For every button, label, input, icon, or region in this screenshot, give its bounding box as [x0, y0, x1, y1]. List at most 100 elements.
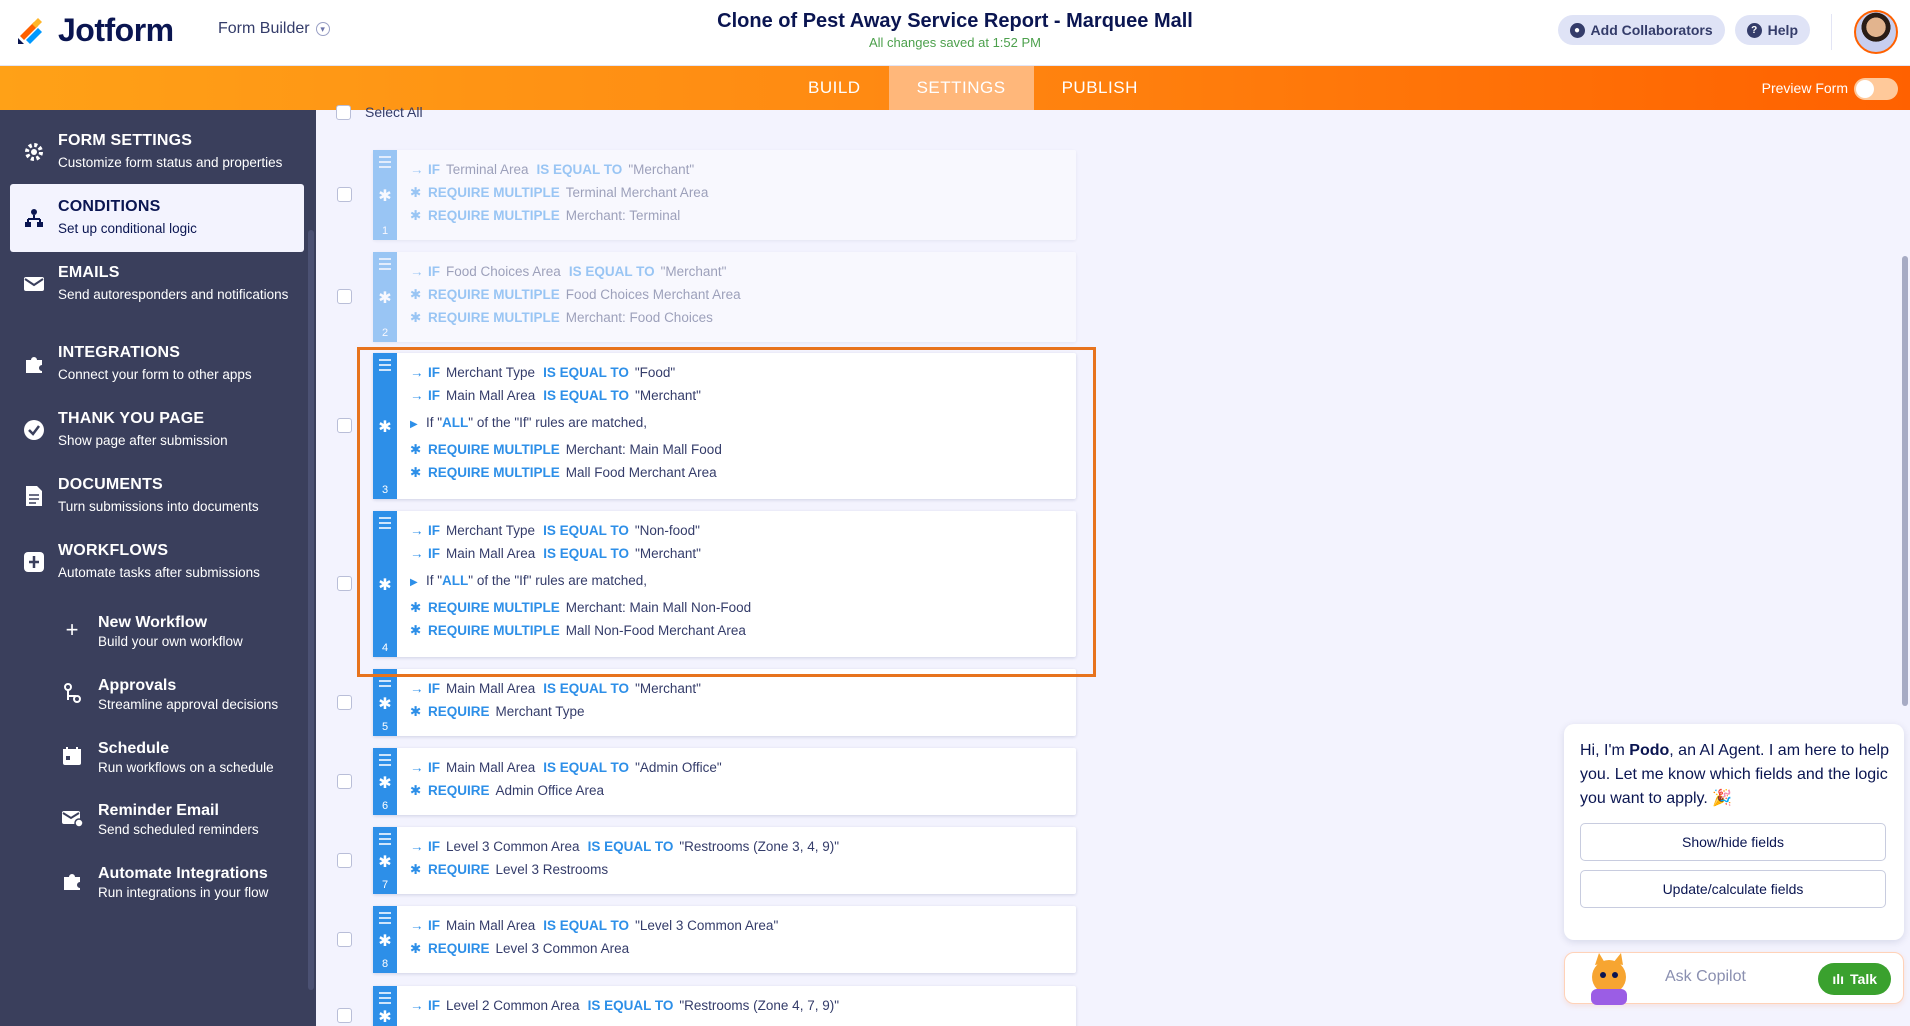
form-title-text[interactable]: Clone of Pest Away Service Report - Marq… [717, 10, 1193, 32]
condition-checkbox[interactable] [337, 418, 352, 433]
condition-checkbox[interactable] [337, 576, 352, 591]
operator-keyword: IS EQUAL TO [543, 523, 629, 538]
condition-card[interactable]: ✱ 8 → IF Main Mall Area IS EQUAL TO "Level 3… [373, 906, 1076, 973]
sidebar-item-workflows[interactable]: WORKFLOWS Automate tasks after submissio… [10, 528, 304, 596]
sidebar-item-title: EMAILS [58, 264, 120, 281]
talk-button[interactable]: ılı Talk [1818, 963, 1891, 995]
condition-drag-bar[interactable]: ✱ 6 [373, 748, 397, 815]
sidebar-scrollbar[interactable] [308, 230, 314, 990]
if-keyword: IF [428, 546, 440, 561]
match-post: " of the "If" rules are matched, [468, 573, 648, 588]
page-scrollbar[interactable] [1902, 256, 1908, 706]
condition-drag-bar[interactable]: ✱ 7 [373, 827, 397, 894]
condition-drag-bar[interactable]: ✱ 1 [373, 150, 397, 240]
user-icon: ● [1569, 22, 1585, 38]
workflow-item-reminder-email[interactable]: Reminder Email Send scheduled reminders [60, 792, 310, 848]
workflow-item-subtitle: Run integrations in your flow [98, 885, 269, 900]
workflow-item-title: Schedule [98, 740, 170, 757]
condition-if-line: → IF Terminal Area IS EQUAL TO "Merchant" [410, 162, 694, 177]
condition-checkbox[interactable] [337, 187, 352, 202]
condition-if-line: → IF Main Mall Area IS EQUAL TO "Merchant" [410, 388, 701, 403]
help-label: Help [1767, 22, 1798, 38]
copilot-panel: Hi, I'm Podo, an AI Agent. I am here to … [1564, 724, 1904, 940]
question-icon: ? [1746, 22, 1762, 38]
condition-checkbox[interactable] [337, 853, 352, 868]
condition-number: 7 [381, 879, 389, 891]
preview-form-toggle[interactable] [1854, 78, 1898, 100]
condition-checkbox[interactable] [337, 289, 352, 304]
condition-checkbox[interactable] [337, 695, 352, 710]
ask-copilot-input[interactable]: Ask Copilot [1665, 968, 1746, 986]
action-target: Merchant: Main Mall Non-Food [565, 600, 752, 615]
preview-form-label: Preview Form [1761, 80, 1848, 96]
user-avatar[interactable] [1854, 10, 1898, 54]
asterisk-icon: ✱ [378, 290, 392, 307]
condition-number: 6 [381, 800, 389, 812]
workflow-item-approvals[interactable]: Approvals Streamline approval decisions [60, 667, 310, 723]
condition-card[interactable]: ✱ 7 → IF Level 3 Common Area IS EQUAL TO "Re… [373, 827, 1076, 894]
condition-drag-bar[interactable]: ✱ 3 [373, 353, 397, 499]
condition-field: Level 3 Common Area [446, 839, 580, 854]
condition-drag-bar[interactable]: ✱ 2 [373, 252, 397, 342]
update-calculate-fields-button[interactable]: Update/calculate fields [1580, 870, 1886, 908]
arrow-right-icon: → [410, 162, 424, 177]
condition-field: Main Mall Area [446, 760, 536, 775]
condition-card[interactable]: ✱ 4 → IF Merchant Type IS EQUAL TO "Non-food… [373, 511, 1076, 657]
workflow-icon [22, 550, 46, 574]
condition-card[interactable]: ✱ 9 → IF Level 2 Common Area IS EQUAL TO "Re… [373, 986, 1076, 1026]
sidebar-item-thank-you-page[interactable]: THANK YOU PAGE Show page after submissio… [10, 396, 304, 464]
workflow-item-new-workflow[interactable]: + New Workflow Build your own workflow [60, 604, 310, 660]
condition-action-line: ✱ REQUIRE MULTIPLE Merchant: Terminal [410, 208, 680, 224]
condition-card[interactable]: ✱ 2 → IF Food Choices Area IS EQUAL TO "Merc… [373, 252, 1076, 342]
condition-value: "Merchant" [628, 162, 695, 177]
add-collaborators-button[interactable]: ● Add Collaborators [1557, 15, 1725, 45]
tab-settings[interactable]: SETTINGS [888, 66, 1034, 110]
sidebar-item-documents[interactable]: DOCUMENTS Turn submissions into document… [10, 462, 304, 530]
sidebar-item-form-settings[interactable]: FORM SETTINGS Customize form status and … [10, 118, 304, 186]
tab-publish[interactable]: PUBLISH [1034, 66, 1166, 110]
help-button[interactable]: ? Help [1734, 15, 1810, 45]
condition-checkbox[interactable] [337, 932, 352, 947]
document-icon [22, 484, 46, 508]
sidebar-item-conditions[interactable]: CONDITIONS Set up conditional logic [10, 184, 304, 252]
all-keyword: ALL [442, 573, 469, 588]
workflow-item-title: Reminder Email [98, 802, 219, 819]
condition-checkbox[interactable] [337, 774, 352, 789]
condition-match-line: ▶ If "ALL" of the "If" rules are matched, [410, 573, 647, 588]
arrow-right-icon: → [410, 365, 424, 380]
condition-drag-bar[interactable]: ✱ 4 [373, 511, 397, 657]
condition-checkbox[interactable] [337, 1008, 352, 1023]
gear-icon [22, 140, 46, 164]
asterisk-icon: ✱ [378, 775, 392, 792]
condition-card[interactable]: ✱ 6 → IF Main Mall Area IS EQUAL TO "Admin O… [373, 748, 1076, 815]
arrow-right-icon: → [410, 918, 424, 933]
condition-if-line: → IF Food Choices Area IS EQUAL TO "Merchant… [410, 264, 726, 279]
condition-value: "Level 3 Common Area" [635, 918, 779, 933]
condition-card[interactable]: ✱ 3 → IF Merchant Type IS EQUAL TO "Food" → I… [373, 353, 1076, 499]
tab-build[interactable]: BUILD [780, 66, 889, 110]
drag-handle-icon [379, 156, 391, 171]
condition-action-line: ✱ REQUIRE Level 3 Restrooms [410, 862, 608, 878]
condition-value: "Merchant" [635, 681, 701, 696]
condition-drag-bar[interactable]: ✱ 5 [373, 669, 397, 736]
sidebar-item-subtitle: Automate tasks after submissions [58, 565, 260, 580]
workflow-item-subtitle: Run workflows on a schedule [98, 760, 274, 775]
if-keyword: IF [428, 365, 440, 380]
condition-value: "Restrooms (Zone 4, 7, 9)" [679, 998, 839, 1013]
condition-card[interactable]: ✱ 5 → IF Main Mall Area IS EQUAL TO "Merchan… [373, 669, 1076, 736]
sidebar-item-emails[interactable]: EMAILS Send autoresponders and notificat… [10, 250, 304, 318]
nav-tabs: BUILD SETTINGS PUBLISH [780, 66, 1166, 110]
select-all-row: Select All [336, 104, 423, 120]
condition-card[interactable]: ✱ 1 → IF Terminal Area IS EQUAL TO "Merchant… [373, 150, 1076, 240]
workflow-item-automate-integrations[interactable]: Automate Integrations Run integrations i… [60, 855, 310, 911]
sidebar-item-integrations[interactable]: INTEGRATIONS Connect your form to other … [10, 330, 304, 398]
talk-label: Talk [1850, 971, 1877, 987]
select-all-checkbox[interactable] [336, 104, 351, 120]
show-hide-fields-button[interactable]: Show/hide fields [1580, 823, 1886, 861]
condition-drag-bar[interactable]: ✱ 8 [373, 906, 397, 973]
conditions-icon [22, 206, 46, 230]
workflow-item-schedule[interactable]: Schedule Run workflows on a schedule [60, 730, 310, 786]
arrow-right-icon: → [410, 681, 424, 696]
sidebar-item-subtitle: Set up conditional logic [58, 221, 197, 236]
condition-drag-bar[interactable]: ✱ 9 [373, 986, 397, 1026]
